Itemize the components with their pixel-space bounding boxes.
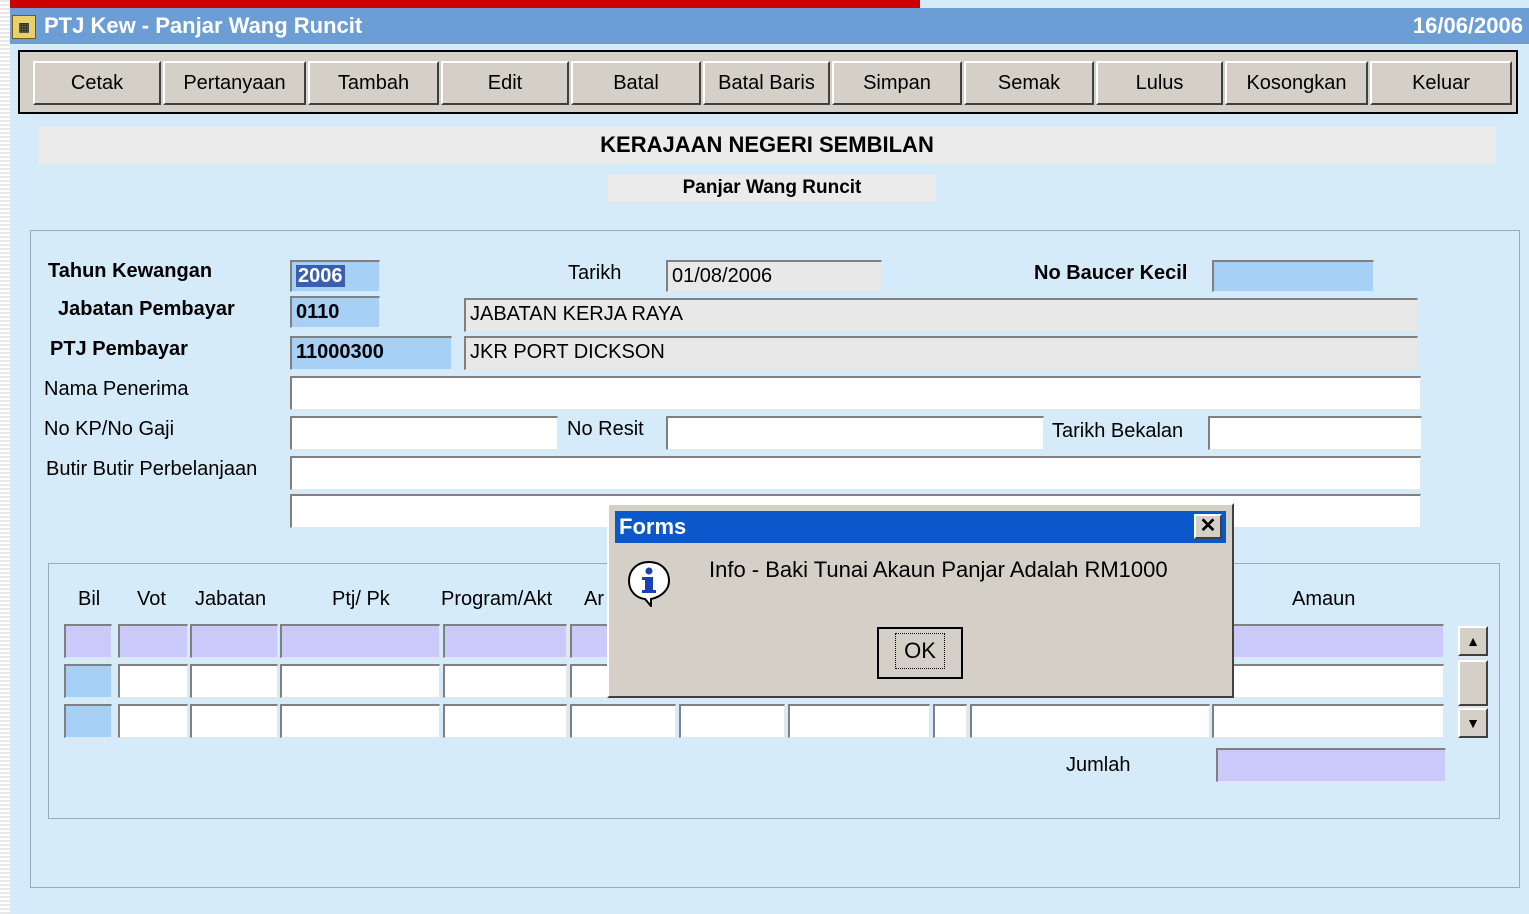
form-heading: Panjar Wang Runcit xyxy=(608,174,936,202)
no-resit-label: No Resit xyxy=(567,418,644,440)
grid-cell[interactable] xyxy=(280,624,440,658)
nama-penerima-label: Nama Penerima xyxy=(44,378,189,400)
grid-cell[interactable] xyxy=(788,704,930,738)
grid-cell[interactable] xyxy=(118,704,188,738)
tarikh-bekalan-label: Tarikh Bekalan xyxy=(1052,420,1184,442)
forms-app-icon: ▦ xyxy=(12,15,36,39)
dialog-title-bar: Forms ✕ xyxy=(615,511,1226,543)
no-resit-field[interactable] xyxy=(666,416,1044,450)
nama-penerima-field[interactable] xyxy=(290,376,1421,410)
grid-cell[interactable] xyxy=(570,704,676,738)
ok-button-label: OK xyxy=(895,633,945,669)
info-icon xyxy=(627,560,671,607)
tahun-kewangan-label: Tahun Kewangan xyxy=(48,260,213,282)
jumlah-field xyxy=(1216,748,1446,782)
no-baucer-kecil-label: No Baucer Kecil xyxy=(1034,262,1188,284)
tarikh-label: Tarikh xyxy=(568,262,622,284)
col-header-jabatan: Jabatan xyxy=(195,588,267,610)
grid-cell[interactable] xyxy=(118,624,188,658)
grid-cell[interactable] xyxy=(570,664,610,698)
jabatan-pembayar-label: Jabatan Pembayar xyxy=(58,298,235,320)
batal-baris-button[interactable]: Batal Baris xyxy=(703,61,830,105)
grid-cell[interactable] xyxy=(570,624,610,658)
col-header-partial: Ar xyxy=(584,588,604,610)
tambah-button[interactable]: Tambah xyxy=(308,61,439,105)
col-header-ptj-pk: Ptj/ Pk xyxy=(332,588,390,610)
grid-cell[interactable] xyxy=(933,704,967,738)
grid-cell[interactable] xyxy=(1232,664,1444,698)
grid-cell[interactable] xyxy=(1232,624,1444,658)
jabatan-pembayar-code-field[interactable]: 0110 xyxy=(290,296,380,328)
toolbar: Cetak Pertanyaan Tambah Edit Batal Batal… xyxy=(18,50,1518,114)
butir-perbelanjaan-field-1[interactable] xyxy=(290,456,1421,490)
jumlah-label: Jumlah xyxy=(1066,754,1131,776)
top-accent-bar xyxy=(0,0,920,8)
grid-cell[interactable] xyxy=(1212,704,1444,738)
col-header-bil: Bil xyxy=(78,588,101,610)
scroll-down-button[interactable]: ▼ xyxy=(1458,708,1488,738)
keluar-button[interactable]: Keluar xyxy=(1370,61,1512,105)
semak-button[interactable]: Semak xyxy=(964,61,1094,105)
grid-cell[interactable] xyxy=(970,704,1210,738)
organization-heading: KERAJAAN NEGERI SEMBILAN xyxy=(38,126,1496,164)
dialog-title: Forms xyxy=(619,514,687,539)
ok-button[interactable]: OK xyxy=(877,627,963,679)
window-date: 16/06/2006 xyxy=(1412,13,1523,38)
no-kp-no-gaji-field[interactable] xyxy=(290,416,558,450)
ptj-pembayar-label: PTJ Pembayar xyxy=(50,338,188,360)
left-border-strip xyxy=(0,0,10,914)
col-header-vot: Vot xyxy=(137,588,166,610)
scroll-up-button[interactable]: ▲ xyxy=(1458,626,1488,656)
grid-cell[interactable] xyxy=(190,704,278,738)
no-kp-no-gaji-label: No KP/No Gaji xyxy=(44,418,175,440)
edit-button[interactable]: Edit xyxy=(441,61,569,105)
grid-cell[interactable] xyxy=(64,624,112,658)
window-title-bar: ▦ PTJ Kew - Panjar Wang Runcit 16/06/200… xyxy=(10,8,1529,44)
window-title: PTJ Kew - Panjar Wang Runcit xyxy=(44,13,363,38)
grid-cell[interactable] xyxy=(190,664,278,698)
grid-cell[interactable] xyxy=(280,664,440,698)
grid-cell[interactable] xyxy=(443,624,567,658)
tahun-kewangan-value: 2006 xyxy=(296,265,345,287)
grid-cell[interactable] xyxy=(443,664,567,698)
grid-cell[interactable] xyxy=(443,704,567,738)
kosongkan-button[interactable]: Kosongkan xyxy=(1225,61,1368,105)
batal-button[interactable]: Batal xyxy=(571,61,701,105)
grid-cell[interactable] xyxy=(190,624,278,658)
simpan-button[interactable]: Simpan xyxy=(832,61,962,105)
close-icon[interactable]: ✕ xyxy=(1194,514,1222,539)
pertanyaan-button[interactable]: Pertanyaan xyxy=(163,61,306,105)
cetak-button[interactable]: Cetak xyxy=(33,61,161,105)
ptj-pembayar-code-field[interactable]: 11000300 xyxy=(290,336,452,370)
forms-dialog: Forms ✕ Info - Baki Tunai Akaun Panjar A… xyxy=(607,503,1234,698)
tarikh-bekalan-field[interactable] xyxy=(1208,416,1422,450)
scroll-thumb[interactable] xyxy=(1458,660,1488,706)
col-header-amaun: Amaun xyxy=(1292,588,1356,610)
grid-cell[interactable] xyxy=(64,664,112,698)
ptj-pembayar-name-field: JKR PORT DICKSON xyxy=(464,336,1418,370)
grid-cell[interactable] xyxy=(118,664,188,698)
grid-cell[interactable] xyxy=(679,704,785,738)
jabatan-pembayar-name-field: JABATAN KERJA RAYA xyxy=(464,298,1418,332)
dialog-message: Info - Baki Tunai Akaun Panjar Adalah RM… xyxy=(709,557,1168,582)
lulus-button[interactable]: Lulus xyxy=(1096,61,1223,105)
tahun-kewangan-field[interactable]: 2006 xyxy=(290,260,380,292)
col-header-program-akt: Program/Akt xyxy=(441,588,553,610)
grid-cell[interactable] xyxy=(280,704,440,738)
butir-perbelanjaan-label: Butir Butir Perbelanjaan xyxy=(46,458,258,480)
no-baucer-kecil-field[interactable] xyxy=(1212,260,1374,292)
tarikh-field[interactable]: 01/08/2006 xyxy=(666,260,882,292)
grid-cell[interactable] xyxy=(64,704,112,738)
